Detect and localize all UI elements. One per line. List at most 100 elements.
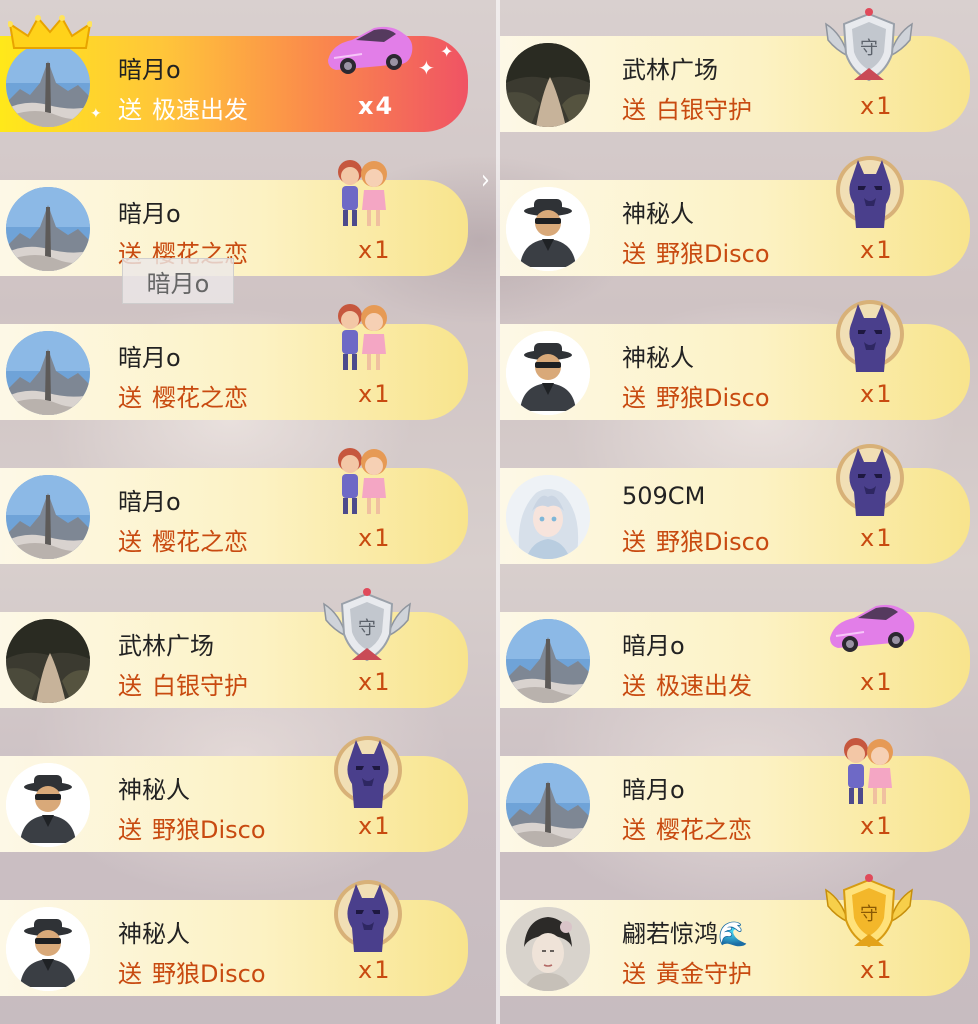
- gold-guard-badge-icon: [824, 872, 914, 952]
- gift-text: 送野狼Disco: [622, 522, 770, 557]
- send-label: 送: [118, 384, 142, 412]
- gift-text: 送樱花之恋: [118, 378, 248, 413]
- gift-message-card[interactable]: 暗月o 送樱花之恋 x1: [500, 756, 970, 852]
- mystery-man-avatar[interactable]: [506, 187, 590, 271]
- sender-name: 神秘人: [622, 344, 694, 372]
- send-label: 送: [118, 960, 142, 988]
- gift-text: 送樱花之恋: [118, 522, 248, 557]
- silver-guard-badge-icon: [322, 586, 412, 666]
- send-label: 送: [622, 384, 646, 412]
- gift-count: x1: [860, 668, 894, 696]
- mystery-man-avatar[interactable]: [6, 907, 90, 991]
- gift-message-card[interactable]: 神秘人 送野狼Disco x1: [0, 756, 468, 852]
- snow-mountain-avatar[interactable]: [6, 475, 90, 559]
- username-tooltip: 暗月o: [122, 258, 234, 304]
- gift-count: x1: [358, 524, 392, 552]
- gift-text: 送野狼Disco: [622, 378, 770, 413]
- gift-name: 樱花之恋: [152, 528, 248, 556]
- snow-mountain-avatar[interactable]: [6, 331, 90, 415]
- gift-text: 送白银守护: [118, 666, 248, 701]
- sender-name: 暗月o: [118, 488, 181, 516]
- send-label: 送: [118, 96, 142, 124]
- send-label: 送: [622, 816, 646, 844]
- gift-message-card[interactable]: 神秘人 送野狼Disco x1: [0, 900, 468, 996]
- silver-guard-badge-icon: [824, 6, 914, 86]
- snow-mountain-avatar[interactable]: [6, 187, 90, 271]
- send-label: 送: [118, 672, 142, 700]
- gift-text: 送樱花之恋: [622, 810, 752, 845]
- wolf-disco-icon: [332, 876, 404, 958]
- forest-path-avatar[interactable]: [6, 619, 90, 703]
- send-label: 送: [622, 672, 646, 700]
- gift-count: x1: [860, 812, 894, 840]
- gift-count: x1: [860, 92, 894, 120]
- gift-name: 黃金守护: [656, 960, 752, 988]
- gift-text: 送极速出发: [622, 666, 752, 701]
- sender-name: 509CM: [622, 482, 706, 510]
- gift-message-card[interactable]: 暗月o 送樱花之恋 x1: [0, 180, 468, 276]
- send-label: 送: [118, 528, 142, 556]
- gift-message-card[interactable]: 暗月o 送极速出发 x4 ✦ ✦ ✦: [0, 36, 468, 132]
- couple-icon: [328, 156, 398, 230]
- gift-name: 极速出发: [152, 96, 248, 124]
- gift-message-card[interactable]: 武林广场 送白银守护 x1: [500, 36, 970, 132]
- gift-message-card[interactable]: 武林广场 送白银守护 x1: [0, 612, 468, 708]
- gift-text: 送黃金守护: [622, 954, 752, 989]
- send-label: 送: [622, 528, 646, 556]
- send-label: 送: [622, 960, 646, 988]
- gift-name: 野狼Disco: [152, 960, 266, 988]
- couple-icon: [328, 444, 398, 518]
- gift-message-card[interactable]: 暗月o 送极速出发 x1: [500, 612, 970, 708]
- sender-name: 武林广场: [118, 632, 214, 660]
- gift-message-card[interactable]: 翩若惊鸿🌊 送黃金守护 x1: [500, 900, 970, 996]
- wolf-disco-icon: [834, 296, 906, 378]
- gift-count: x1: [860, 956, 894, 984]
- pink-sports-car-icon: [322, 14, 416, 84]
- gift-message-card[interactable]: 509CM 送野狼Disco x1: [500, 468, 970, 564]
- gift-text: 送野狼Disco: [622, 234, 770, 269]
- mystery-man-avatar[interactable]: [6, 763, 90, 847]
- send-label: 送: [622, 240, 646, 268]
- gift-count: x1: [358, 956, 392, 984]
- mystery-man-avatar[interactable]: [506, 331, 590, 415]
- sender-name: 暗月o: [622, 776, 685, 804]
- sender-name: 暗月o: [622, 632, 685, 660]
- gift-count: x1: [358, 812, 392, 840]
- wolf-disco-icon: [332, 732, 404, 814]
- gift-text: 送极速出发: [118, 90, 248, 125]
- anime-character-avatar[interactable]: [506, 475, 590, 559]
- snow-mountain-avatar[interactable]: [6, 43, 90, 127]
- gift-name: 樱花之恋: [656, 816, 752, 844]
- gift-message-card[interactable]: 神秘人 送野狼Disco x1: [500, 324, 970, 420]
- snow-mountain-avatar[interactable]: [506, 763, 590, 847]
- crown-icon: [8, 14, 92, 54]
- gift-text: 送白银守护: [622, 90, 752, 125]
- gift-count: x1: [860, 236, 894, 264]
- gift-name: 野狼Disco: [656, 528, 770, 556]
- gift-name: 白银守护: [656, 96, 752, 124]
- sender-name: 神秘人: [118, 776, 190, 804]
- gift-name: 白银守护: [152, 672, 248, 700]
- gift-message-card[interactable]: 暗月o 送樱花之恋 x1: [0, 324, 468, 420]
- gift-feed-left: 暗月o 送极速出发 x4 ✦ ✦ ✦ 暗月o 送樱花之恋 x1 暗月o 送樱花之…: [0, 0, 488, 1024]
- gift-count: x1: [358, 668, 392, 696]
- gift-message-card[interactable]: 暗月o 送樱花之恋 x1: [0, 468, 468, 564]
- woman-portrait-avatar[interactable]: [506, 907, 590, 991]
- gift-name: 樱花之恋: [152, 384, 248, 412]
- gift-name: 野狼Disco: [656, 384, 770, 412]
- gift-feed-right: 武林广场 送白银守护 x1 神秘人 送野狼Disco x1 神秘人 送野狼Dis…: [500, 0, 978, 1024]
- wolf-disco-icon: [834, 152, 906, 234]
- send-label: 送: [622, 96, 646, 124]
- sender-name: 翩若惊鸿🌊: [622, 920, 748, 948]
- gift-message-card[interactable]: 神秘人 送野狼Disco x1: [500, 180, 970, 276]
- sparkle-icon: ✦: [440, 42, 454, 61]
- gift-count: x4: [358, 92, 395, 120]
- sparkle-icon: ✦: [418, 56, 435, 80]
- sender-name: 神秘人: [118, 920, 190, 948]
- gift-name: 野狼Disco: [656, 240, 770, 268]
- gift-count: x1: [860, 380, 894, 408]
- forest-path-avatar[interactable]: [506, 43, 590, 127]
- gift-count: x1: [358, 236, 392, 264]
- snow-mountain-avatar[interactable]: [506, 619, 590, 703]
- sender-name: 武林广场: [622, 56, 718, 84]
